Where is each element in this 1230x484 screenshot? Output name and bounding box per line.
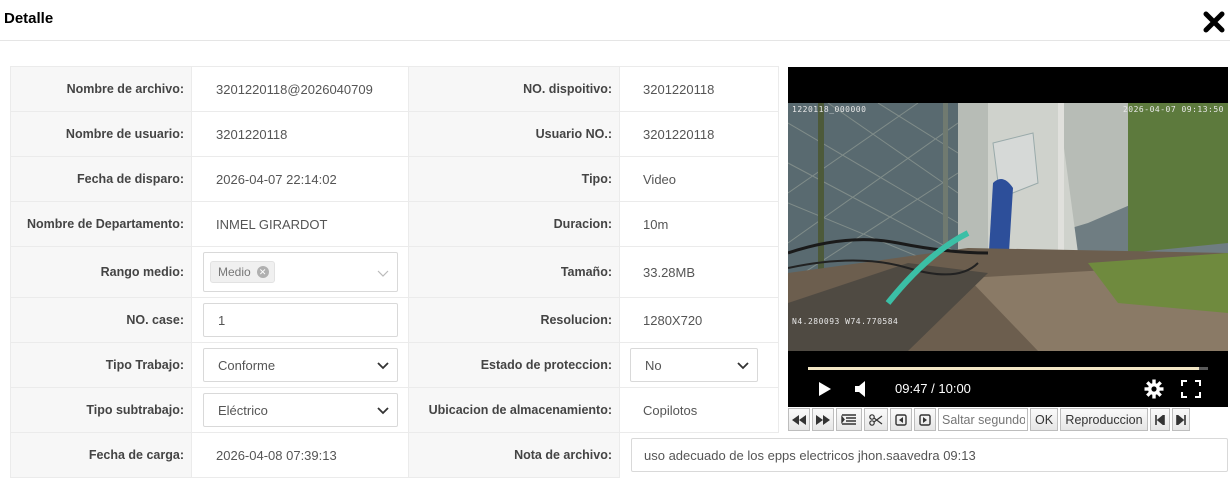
no-case-value: 1	[218, 312, 226, 328]
value-tipo: Video	[619, 156, 779, 202]
skip-seconds-field[interactable]	[938, 408, 1028, 431]
label-resolucion: Resolucion:	[408, 297, 620, 343]
chevron-down-icon	[377, 407, 389, 415]
label-tipo: Tipo:	[408, 156, 620, 202]
label-duracion: Duracion:	[408, 201, 620, 247]
value-departamento: INMEL GIRARDOT	[191, 201, 409, 247]
tipo-trabajo-cell: Conforme	[191, 342, 409, 388]
skip-end-button[interactable]	[1172, 408, 1190, 431]
skip-start-icon	[1155, 414, 1165, 425]
value-nombre-usuario: 3201220118	[191, 111, 409, 157]
ok-button[interactable]: OK	[1030, 408, 1058, 431]
volume-icon[interactable]	[854, 380, 870, 398]
label-nombre-usuario: Nombre de usuario:	[10, 111, 192, 157]
chevron-down-icon	[377, 362, 389, 370]
tipo-subtrabajo-select[interactable]: Eléctrico	[203, 393, 398, 427]
dialog-title: Detalle	[4, 10, 54, 27]
label-nota: Nota de archivo:	[408, 432, 620, 478]
progress-fill	[808, 367, 1200, 370]
nota-input[interactable]: uso adecuado de los epps electricos jhon…	[631, 438, 1228, 472]
estado-proteccion-select[interactable]: No	[630, 348, 758, 382]
label-ubicacion: Ubicacion de almacenamiento:	[408, 387, 620, 433]
list-icon	[841, 413, 856, 425]
rango-medio-cell: Medio ✕	[191, 246, 409, 298]
tag-remove-icon[interactable]: ✕	[256, 266, 269, 278]
player-controls: 09:47 / 10:00	[788, 375, 1228, 403]
estado-proteccion-value: No	[645, 357, 662, 373]
frame-forward-button[interactable]	[914, 408, 936, 431]
video-frame[interactable]: 1220118_000000 2026-04-07 09:13:50 N4.28…	[788, 103, 1228, 351]
settings-gear-icon[interactable]	[1144, 379, 1164, 399]
skip-start-button[interactable]	[1150, 408, 1170, 431]
chevron-down-icon	[377, 270, 389, 277]
dialog-header: Detalle	[0, 0, 1230, 41]
play-icon[interactable]	[818, 381, 832, 397]
rango-medio-tag: Medio ✕	[210, 261, 275, 283]
playback-button[interactable]: Reproduccion	[1060, 408, 1148, 431]
video-player[interactable]: 1220118_000000 2026-04-07 09:13:50 N4.28…	[788, 67, 1228, 407]
skip-seconds-input[interactable]	[939, 412, 1025, 427]
label-no-case: NO. case:	[10, 297, 192, 343]
no-case-cell: 1	[191, 297, 409, 343]
rewind-icon	[792, 414, 806, 425]
label-tamano: Tamaño:	[408, 246, 620, 298]
value-no-dispositivo: 3201220118	[619, 66, 779, 112]
value-tamano: 33.28MB	[619, 246, 779, 298]
progress-bar[interactable]	[808, 367, 1208, 370]
value-usuario-no: 3201220118	[619, 111, 779, 157]
player-toolbar: OK Reproduccion	[788, 408, 1228, 431]
value-fecha-carga: 2026-04-08 07:39:13	[191, 432, 409, 478]
rango-medio-tag-label: Medio	[218, 265, 251, 279]
osd-timestamp: 2026-04-07 09:13:50	[1122, 105, 1224, 114]
detail-table: Nombre de archivo: 3201220118@2026040709…	[10, 66, 779, 478]
rango-medio-select[interactable]: Medio ✕	[203, 252, 398, 292]
osd-file-id: 1220118_000000	[792, 105, 867, 114]
osd-gps: N4.280093 W74.770584	[792, 317, 899, 326]
label-nombre-archivo: Nombre de archivo:	[10, 66, 192, 112]
label-usuario-no: Usuario NO.:	[408, 111, 620, 157]
rewind-button[interactable]	[788, 408, 810, 431]
value-fecha-disparo: 2026-04-07 22:14:02	[191, 156, 409, 202]
value-nombre-archivo: 3201220118@2026040709	[191, 66, 409, 112]
tipo-subtrabajo-cell: Eléctrico	[191, 387, 409, 433]
close-icon[interactable]	[1202, 10, 1226, 34]
skip-end-icon	[1176, 414, 1186, 425]
fast-forward-icon	[816, 414, 830, 425]
no-case-input[interactable]: 1	[203, 303, 398, 337]
video-scene	[788, 103, 1228, 351]
label-fecha-disparo: Fecha de disparo:	[10, 156, 192, 202]
tipo-trabajo-value: Conforme	[218, 357, 276, 373]
fullscreen-icon[interactable]	[1181, 380, 1201, 398]
label-tipo-subtrabajo: Tipo subtrabajo:	[10, 387, 192, 433]
tipo-subtrabajo-value: Eléctrico	[218, 402, 268, 418]
estado-proteccion-cell: No	[619, 342, 779, 388]
label-departamento: Nombre de Departamento:	[10, 201, 192, 247]
value-ubicacion: Copilotos	[619, 387, 779, 433]
label-no-dispositivo: NO. dispoitivo:	[408, 66, 620, 112]
frame-back-button[interactable]	[890, 408, 912, 431]
label-fecha-carga: Fecha de carga:	[10, 432, 192, 478]
label-tipo-trabajo: Tipo Trabajo:	[10, 342, 192, 388]
label-rango-medio: Rango medio:	[10, 246, 192, 298]
value-duracion: 10m	[619, 201, 779, 247]
fast-forward-button[interactable]	[812, 408, 834, 431]
clip-button[interactable]	[864, 408, 888, 431]
frame-forward-icon	[919, 413, 931, 426]
scissors-icon	[869, 413, 883, 426]
chevron-down-icon	[737, 362, 749, 370]
frame-back-icon	[895, 413, 907, 426]
playback-time: 09:47 / 10:00	[895, 381, 971, 396]
label-estado-proteccion: Estado de proteccion:	[408, 342, 620, 388]
playlist-button[interactable]	[836, 408, 862, 431]
tipo-trabajo-select[interactable]: Conforme	[203, 348, 398, 382]
nota-value: uso adecuado de los epps electricos jhon…	[644, 447, 976, 463]
value-resolucion: 1280X720	[619, 297, 779, 343]
